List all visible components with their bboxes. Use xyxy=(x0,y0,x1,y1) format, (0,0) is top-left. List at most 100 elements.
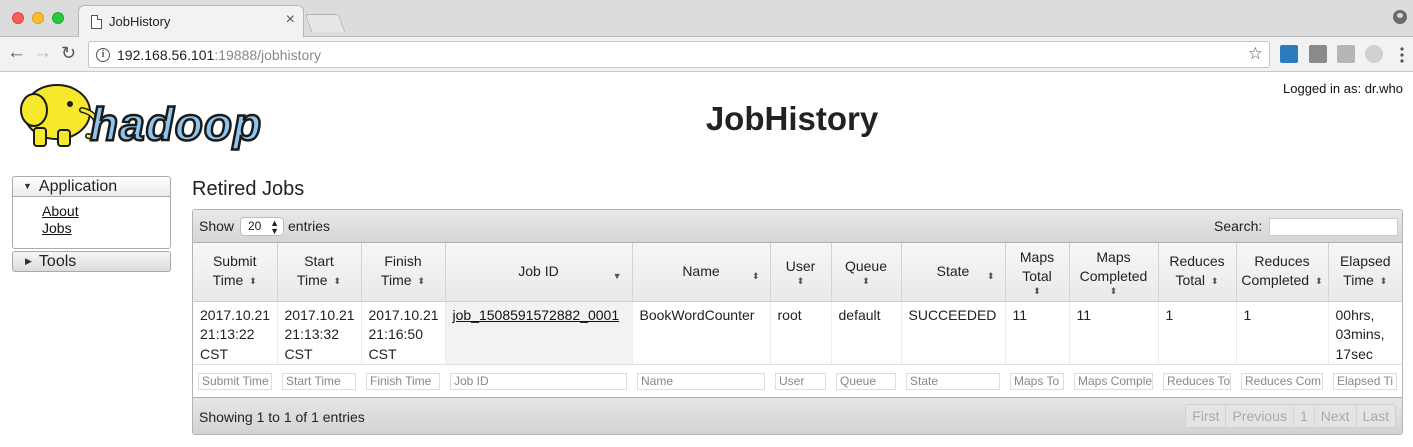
sort-icon: ⬍ xyxy=(249,276,257,287)
filter-queue[interactable] xyxy=(836,372,896,390)
filter-reduces-completed[interactable] xyxy=(1241,372,1323,390)
sort-icon: ⬍ xyxy=(1379,276,1388,287)
filter-maps-total[interactable] xyxy=(1010,372,1064,390)
filter-name[interactable] xyxy=(637,372,765,390)
cell-line: 00hrs, xyxy=(1335,306,1375,323)
filter-cell xyxy=(277,364,361,398)
sort-icon: ⬍ xyxy=(333,276,342,287)
header-label: Finish xyxy=(384,253,422,270)
sidebar-item-tools[interactable]: ▶ Tools xyxy=(12,251,171,272)
filter-submit-time[interactable] xyxy=(198,372,272,390)
entries-label: entries xyxy=(288,218,331,234)
paging-page-1-button[interactable]: 1 xyxy=(1294,405,1315,427)
header-label: Reduces xyxy=(1169,253,1225,270)
header-label: Time xyxy=(380,272,412,289)
paging-next-button[interactable]: Next xyxy=(1315,405,1357,427)
paging-previous-button[interactable]: Previous xyxy=(1226,405,1294,427)
column-header-name[interactable]: Name ⬍ xyxy=(632,243,771,302)
cell-line: 03mins, xyxy=(1335,326,1385,342)
header-label: Queue xyxy=(844,258,888,275)
cell-line: 2017.10.21 xyxy=(368,306,439,323)
column-header-submit-time[interactable]: Submit Time ⬍ xyxy=(193,243,278,302)
filter-cell xyxy=(1236,364,1328,398)
column-header-reduces-completed[interactable]: Reduces Completed ⬍ xyxy=(1236,243,1329,302)
filter-reduces-total[interactable] xyxy=(1163,372,1231,390)
close-window-button[interactable] xyxy=(12,12,24,24)
sidebar-item-application[interactable]: ▼ Application xyxy=(12,176,171,197)
table-header-row: Submit Time ⬍ Start Time ⬍ Finish Time ⬍ Job I… xyxy=(193,243,1402,302)
tab-title: JobHistory xyxy=(109,14,171,29)
column-header-elapsed-time[interactable]: Elapsed Time ⬍ xyxy=(1328,243,1402,302)
column-header-maps-total[interactable]: Maps Total ⬍ xyxy=(1005,243,1070,302)
maximize-window-button[interactable] xyxy=(52,12,64,24)
cell-line: CST xyxy=(284,345,313,362)
filter-job-id[interactable] xyxy=(450,372,627,390)
sidebar-links: About Jobs xyxy=(12,197,171,249)
sidebar-link-about[interactable]: About xyxy=(42,203,170,220)
new-tab-button[interactable] xyxy=(304,14,346,32)
column-header-queue[interactable]: Queue ⬍ xyxy=(831,243,902,302)
sort-desc-icon: ▼ xyxy=(612,271,622,281)
url-text[interactable]: 192.168.56.101:19888/jobhistory xyxy=(117,47,321,63)
back-arrow-icon[interactable]: ← xyxy=(7,43,26,63)
table-row: 2017.10.21 21:13:22 CST 2017.10.21 21:13:32… xyxy=(193,301,1402,365)
select-arrows-icon: ▲ ▼ xyxy=(270,218,279,236)
filter-finish-time[interactable] xyxy=(366,372,440,390)
pagination: First Previous 1 Next Last xyxy=(1185,404,1396,428)
profile-icon[interactable] xyxy=(1393,10,1407,24)
paging-last-button[interactable]: Last xyxy=(1357,405,1395,427)
extension-icon[interactable] xyxy=(1280,45,1298,63)
bookmark-star-icon[interactable]: ☆ xyxy=(1248,44,1263,64)
filter-elapsed-time[interactable] xyxy=(1333,372,1397,390)
filter-start-time[interactable] xyxy=(282,372,356,390)
extension-icon[interactable] xyxy=(1365,45,1383,63)
minimize-window-button[interactable] xyxy=(32,12,44,24)
page-size-select[interactable]: 20 ▲ ▼ xyxy=(240,217,284,236)
filter-row xyxy=(193,364,1402,398)
column-header-job-id[interactable]: Job ID ▼ xyxy=(445,243,633,302)
filter-cell xyxy=(1158,364,1236,398)
cell-maps-completed: 11 xyxy=(1069,301,1159,365)
filter-cell xyxy=(1005,364,1069,398)
search-input[interactable] xyxy=(1269,218,1398,236)
filter-cell xyxy=(1328,364,1402,398)
sidebar-link-jobs[interactable]: Jobs xyxy=(42,220,170,237)
menu-dots-icon[interactable] xyxy=(1400,47,1404,63)
jobs-table: Submit Time ⬍ Start Time ⬍ Finish Time ⬍ Job I… xyxy=(193,243,1402,398)
extension-icon[interactable] xyxy=(1309,45,1327,63)
browser-tab[interactable]: JobHistory × xyxy=(78,5,304,38)
extension-icon[interactable] xyxy=(1337,45,1355,63)
filter-state[interactable] xyxy=(906,372,1000,390)
address-bar[interactable]: i 192.168.56.101:19888/jobhistory ☆ xyxy=(88,41,1270,68)
column-header-state[interactable]: State ⬍ xyxy=(901,243,1006,302)
cell-line: 21:13:22 xyxy=(200,326,255,342)
column-header-user[interactable]: User ⬍ xyxy=(770,243,832,302)
header-label: Elapsed xyxy=(1339,253,1391,270)
cell-user: root xyxy=(770,301,832,365)
filter-user[interactable] xyxy=(775,372,826,390)
column-header-maps-completed[interactable]: Maps Completed ⬍ xyxy=(1069,243,1159,302)
header-label: Job ID xyxy=(518,263,559,280)
info-icon[interactable]: i xyxy=(96,48,110,62)
page-size-value: 20 xyxy=(248,219,262,233)
reload-icon[interactable]: ↻ xyxy=(61,43,76,63)
forward-arrow-icon[interactable]: → xyxy=(33,43,52,63)
header-label: Reduces xyxy=(1254,253,1310,270)
header-label: Submit xyxy=(212,253,257,270)
paging-first-button[interactable]: First xyxy=(1186,405,1227,427)
cell-line: CST xyxy=(368,345,397,362)
column-header-reduces-total[interactable]: Reduces Total ⬍ xyxy=(1158,243,1237,302)
search-label: Search: xyxy=(1214,218,1263,234)
cell-maps-total: 11 xyxy=(1005,301,1070,365)
sidebar-item-label: Tools xyxy=(38,253,77,270)
close-tab-icon[interactable]: × xyxy=(286,11,295,29)
sort-icon: ⬍ xyxy=(1211,276,1219,287)
filter-maps-completed[interactable] xyxy=(1074,372,1153,390)
column-header-finish-time[interactable]: Finish Time ⬍ xyxy=(361,243,446,302)
job-id-link[interactable]: job_1508591572882_0001 xyxy=(453,307,620,323)
browser-toolbar: ← → ↻ i 192.168.56.101:19888/jobhistory … xyxy=(0,37,1413,72)
column-header-start-time[interactable]: Start Time ⬍ xyxy=(277,243,362,302)
sidebar-application: ▼ Application About Jobs xyxy=(12,176,171,249)
sort-icon: ⬍ xyxy=(417,276,426,287)
browser-tab-bar: JobHistory × xyxy=(0,0,1413,38)
